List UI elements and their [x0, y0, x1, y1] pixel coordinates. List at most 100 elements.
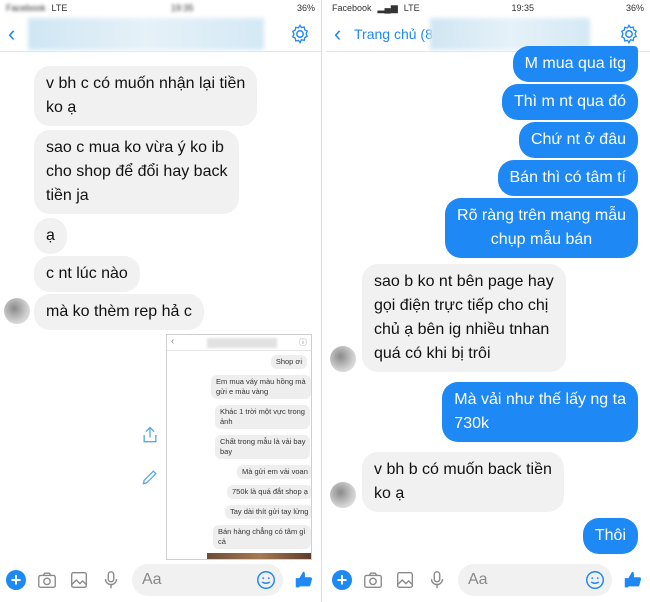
message-line: ko ạ	[374, 485, 405, 502]
message-bubble: Thì m nt qua đó	[501, 84, 638, 120]
time-label: 19:35	[511, 3, 535, 13]
status-bar: Facebook ▂▄▆ LTE 19:35 36%	[326, 0, 650, 16]
status-bar: Facebook LTE 19:35 36%	[0, 0, 321, 16]
embedded-screenshot: ‹ ⓘ Shop ơi Em mua váy màu hồng mà gửi e …	[166, 334, 312, 560]
message-bubble: Mà vải như thế lấy ng ta 730k	[442, 382, 638, 442]
message-line: Thôi	[594, 527, 626, 544]
thumbs-up-icon[interactable]	[622, 569, 644, 591]
camera-icon[interactable]	[362, 569, 384, 591]
message-line: ạ	[46, 227, 55, 244]
embedded-header: ‹ ⓘ	[167, 335, 311, 351]
thumbs-up-icon[interactable]	[293, 569, 315, 591]
message-line: M mua qua itg	[524, 55, 626, 72]
message-line: chụp mẫu bán	[490, 231, 593, 248]
camera-icon[interactable]	[36, 569, 58, 591]
edit-pencil-icon[interactable]	[140, 466, 160, 488]
gallery-icon[interactable]	[394, 569, 416, 591]
embedded-line: Chất trong mẫu là vải bay	[220, 437, 306, 446]
input-placeholder: Aa	[142, 571, 162, 588]
signal-icon: ▂▄▆	[377, 2, 398, 13]
message-bubble: ạ	[34, 218, 67, 254]
message-composer: + Aa	[326, 558, 650, 602]
carrier-label: Facebook	[332, 3, 372, 13]
time-label: 19:35	[170, 3, 194, 13]
message-line: chủ ạ bên ig nhiều tnhan	[374, 321, 550, 338]
message-line: ko ạ	[46, 99, 77, 116]
embedded-message: Em mua váy màu hồng mà gửi e màu vàng	[211, 375, 311, 399]
message-composer: + Aa	[0, 558, 321, 602]
contact-avatar	[4, 298, 30, 324]
plus-icon[interactable]: +	[332, 570, 352, 590]
right-chat-panel: Facebook ▂▄▆ LTE 19:35 36% ‹ Trang chủ (…	[326, 0, 650, 602]
embedded-line: Khác 1 trời một vực trong	[220, 407, 305, 416]
settings-gear-icon[interactable]	[289, 23, 311, 45]
message-line: quá có khi bị trôi	[374, 345, 491, 362]
message-line: Thì m nt qua đó	[513, 93, 626, 110]
back-label[interactable]: Trang chủ (8	[354, 26, 433, 42]
left-chat-panel: Facebook LTE 19:35 36% ‹ v bh c có muốn …	[0, 0, 322, 602]
message-line: v bh c có muốn nhận lại tiền	[46, 75, 246, 92]
battery-label: 36%	[297, 3, 316, 13]
message-line: 730k	[454, 415, 489, 432]
embedded-message: Chất trong mẫu là vải bay bay	[215, 435, 311, 459]
embedded-message: Mà gửi em vải voan	[237, 465, 311, 479]
input-placeholder: Aa	[468, 571, 488, 588]
settings-gear-icon[interactable]	[618, 23, 640, 45]
message-line: Chứ nt ở đâu	[530, 131, 626, 148]
emoji-icon[interactable]	[584, 569, 606, 591]
back-icon[interactable]: ‹	[8, 22, 24, 45]
message-bubble: sao b ko nt bên page hay gọi điện trực t…	[362, 264, 566, 372]
plus-icon[interactable]: +	[6, 570, 26, 590]
embedded-line: Em mua váy màu hồng mà	[216, 377, 306, 386]
microphone-icon[interactable]	[426, 569, 448, 591]
share-icon[interactable]	[140, 424, 160, 446]
embedded-back-icon: ‹	[171, 336, 175, 347]
message-line: gọi điện trực tiếp cho chị	[374, 297, 549, 314]
contact-avatar	[330, 346, 356, 372]
message-input[interactable]: Aa	[458, 564, 612, 596]
embedded-line: Tay dài thít gửi tay lửng	[230, 507, 309, 516]
network-label: LTE	[403, 3, 420, 13]
embedded-line: gửi e màu vàng	[216, 387, 269, 396]
message-line: mà ko thèm rep hả c	[46, 303, 192, 320]
message-bubble: sao c mua ko vừa ý ko ib cho shop để đổi…	[34, 130, 240, 214]
network-label: LTE	[51, 3, 68, 13]
message-bubble: Thôi	[582, 518, 638, 554]
embedded-info-icon: ⓘ	[299, 338, 307, 347]
embedded-message: Khác 1 trời một vực trong ảnh	[215, 405, 310, 429]
message-line: Bán thì có tâm tí	[509, 169, 627, 186]
message-bubble: v bh c có muốn nhận lại tiền ko ạ	[34, 66, 258, 126]
embedded-message: 750k là quá đắt shop ạ	[227, 485, 311, 499]
battery-label: 36%	[625, 3, 644, 13]
message-bubble: Chứ nt ở đâu	[518, 122, 638, 158]
message-line: tiền ja	[46, 187, 89, 204]
message-input[interactable]: Aa	[132, 564, 283, 596]
redacted-contact-name	[28, 18, 264, 50]
embedded-line: cả	[218, 537, 226, 546]
message-bubble: v bh b có muốn back tiền ko ạ	[362, 452, 564, 512]
embedded-message: Bán hàng chẳng có tâm gì cả	[213, 525, 311, 549]
message-bubble: Rõ ràng trên mạng mẫu chụp mẫu bán	[445, 198, 638, 258]
message-bubble: M mua qua itg	[512, 46, 638, 82]
gallery-icon[interactable]	[68, 569, 90, 591]
message-line: c nt lúc nào	[46, 265, 128, 282]
message-line: cho shop để đổi hay back	[46, 163, 228, 180]
contact-avatar	[330, 482, 356, 508]
embedded-line: 750k là quá đắt shop ạ	[232, 487, 308, 496]
back-icon[interactable]: ‹	[334, 22, 350, 45]
embedded-line: Shop ơi	[275, 357, 302, 366]
embedded-message: Tay dài thít gửi tay lửng	[225, 505, 311, 519]
embedded-line: bay	[220, 447, 233, 456]
embedded-line: Bán hàng chẳng có tâm gì	[218, 527, 306, 536]
message-line: Rõ ràng trên mạng mẫu	[457, 207, 626, 224]
message-bubble: Bán thì có tâm tí	[497, 160, 638, 196]
chat-header: ‹	[0, 16, 321, 52]
message-bubble: c nt lúc nào	[34, 256, 140, 292]
message-line: sao b ko nt bên page hay	[374, 273, 554, 290]
microphone-icon[interactable]	[100, 569, 122, 591]
carrier-label: Facebook	[6, 3, 46, 13]
emoji-icon[interactable]	[255, 569, 277, 591]
message-line: v bh b có muốn back tiền	[374, 461, 552, 478]
message-line: Mà vải như thế lấy ng ta	[454, 391, 626, 408]
embedded-message: Shop ơi	[270, 355, 307, 369]
